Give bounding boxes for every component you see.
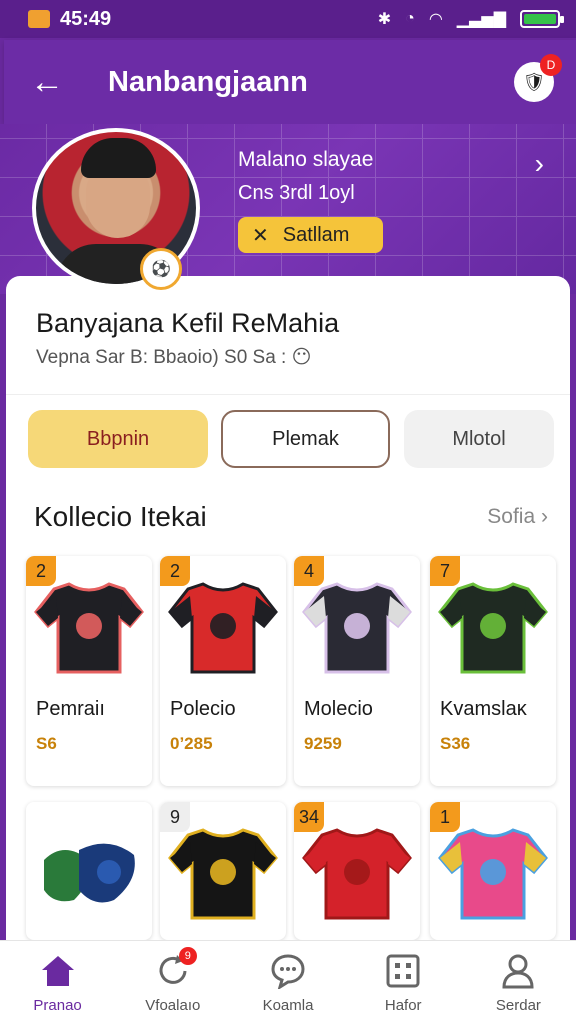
product-card[interactable]: 2 Pemraiı S6 (26, 556, 152, 786)
back-arrow-icon[interactable]: ← (30, 63, 70, 102)
app-bar: ← Nanbangjaann 🛡 D (4, 40, 576, 124)
nav-label: Hafor (384, 997, 422, 1014)
signal-icon: ▁▃▅▇ (456, 11, 506, 28)
nav-item-3[interactable]: Koamla (230, 941, 345, 1024)
nav-label: Koamla (262, 997, 314, 1014)
product-price: S6 (36, 734, 57, 753)
emoji-icon: 😶 (291, 347, 312, 368)
tab-button-2[interactable]: Plemak (221, 410, 390, 468)
nav-item-5[interactable]: Serdar (461, 941, 576, 1024)
close-icon: ✕ (252, 224, 269, 247)
hero-name: Malano slayae (238, 148, 374, 171)
section-title: Kollecio Itekai (34, 501, 207, 532)
jersey-icon (302, 828, 412, 920)
shield-icon: 🛡 (522, 71, 546, 92)
product-price: 9259 (304, 734, 342, 753)
chat-icon (268, 951, 308, 991)
product-card[interactable]: 34 (294, 802, 420, 940)
product-price: 0ʼ285 (170, 734, 213, 753)
chevron-right-icon: › (541, 505, 548, 528)
tab-button-3[interactable]: Mlotol (404, 410, 554, 468)
product-card[interactable]: 2 Polecio 0ʼ285 (160, 556, 286, 786)
profile-name: Banyajana Kefil ReMahia (36, 308, 340, 338)
nav-item-4[interactable]: Hafor (346, 941, 461, 1024)
see-all-link[interactable]: Sofia › (487, 505, 548, 529)
refresh-icon: 9 (153, 947, 197, 991)
jersey-icon (438, 582, 548, 674)
grid-icon (383, 951, 423, 991)
page-title: Nanbangjaann (108, 65, 308, 98)
status-bar: 45:49 ✱ ◔ ◠ ▁▃▅▇ (0, 0, 576, 38)
product-name: Pemraiı (36, 698, 105, 720)
divider (6, 394, 570, 395)
nav-label: Serdar (495, 997, 541, 1014)
gloves-icon (44, 843, 135, 903)
nav-badge: 9 (178, 947, 197, 965)
nav-label: Vfoalaıo (145, 997, 201, 1014)
product-card[interactable]: 4 Molecio 9259 (294, 556, 420, 786)
bluetooth-icon: ✱ (377, 11, 392, 28)
product-card[interactable]: 7 Kvamslaκ S36 (430, 556, 556, 786)
alarm-icon: ◔ (405, 10, 415, 27)
app-notification-icon (28, 10, 50, 28)
product-price: S36 (440, 734, 471, 753)
nav-item-1[interactable]: Pranao (0, 941, 115, 1024)
team-badge-icon: ⚽ (140, 248, 182, 290)
nav-item-2[interactable]: 9 Vfoalaıo (115, 941, 230, 1024)
status-button[interactable]: ✕ Satllam (238, 217, 383, 253)
battery-icon (520, 10, 564, 28)
jersey-icon (168, 582, 278, 674)
tab-button-1[interactable]: Bbpnin (28, 410, 208, 468)
product-card[interactable]: 1 (430, 802, 556, 940)
product-name: Polecio (170, 698, 236, 720)
wifi-icon: ◠ (428, 11, 443, 28)
product-name: Kvamslaκ (440, 698, 527, 720)
hero-subtitle: Cns 3rdl 1oyl (238, 182, 355, 204)
profile-icon (498, 951, 538, 991)
jersey-icon (34, 582, 144, 674)
profile-meta: Vepna Sar B: Bbaoio) S0 Sa : 😶 (36, 347, 312, 368)
product-card[interactable]: 9 (160, 802, 286, 940)
jersey-icon (302, 582, 412, 674)
team-logo-button[interactable]: 🛡 D (514, 54, 562, 102)
status-label: Satllam (282, 223, 350, 246)
nav-label: Pranao (33, 997, 82, 1014)
status-time: 45:49 (60, 7, 112, 30)
notification-badge: D (540, 54, 562, 76)
product-card[interactable] (26, 802, 152, 940)
chevron-right-icon[interactable]: › (535, 148, 544, 180)
home-icon (38, 951, 78, 991)
bottom-navigation: Pranao 9 Vfoalaıo Koamla Hafor Serdar (0, 940, 576, 1024)
hero-info: Malano slayae Cns 3rdl 1oyl (238, 148, 373, 205)
jersey-icon (168, 828, 278, 920)
jersey-icon (438, 828, 548, 920)
product-name: Molecio (304, 698, 373, 720)
